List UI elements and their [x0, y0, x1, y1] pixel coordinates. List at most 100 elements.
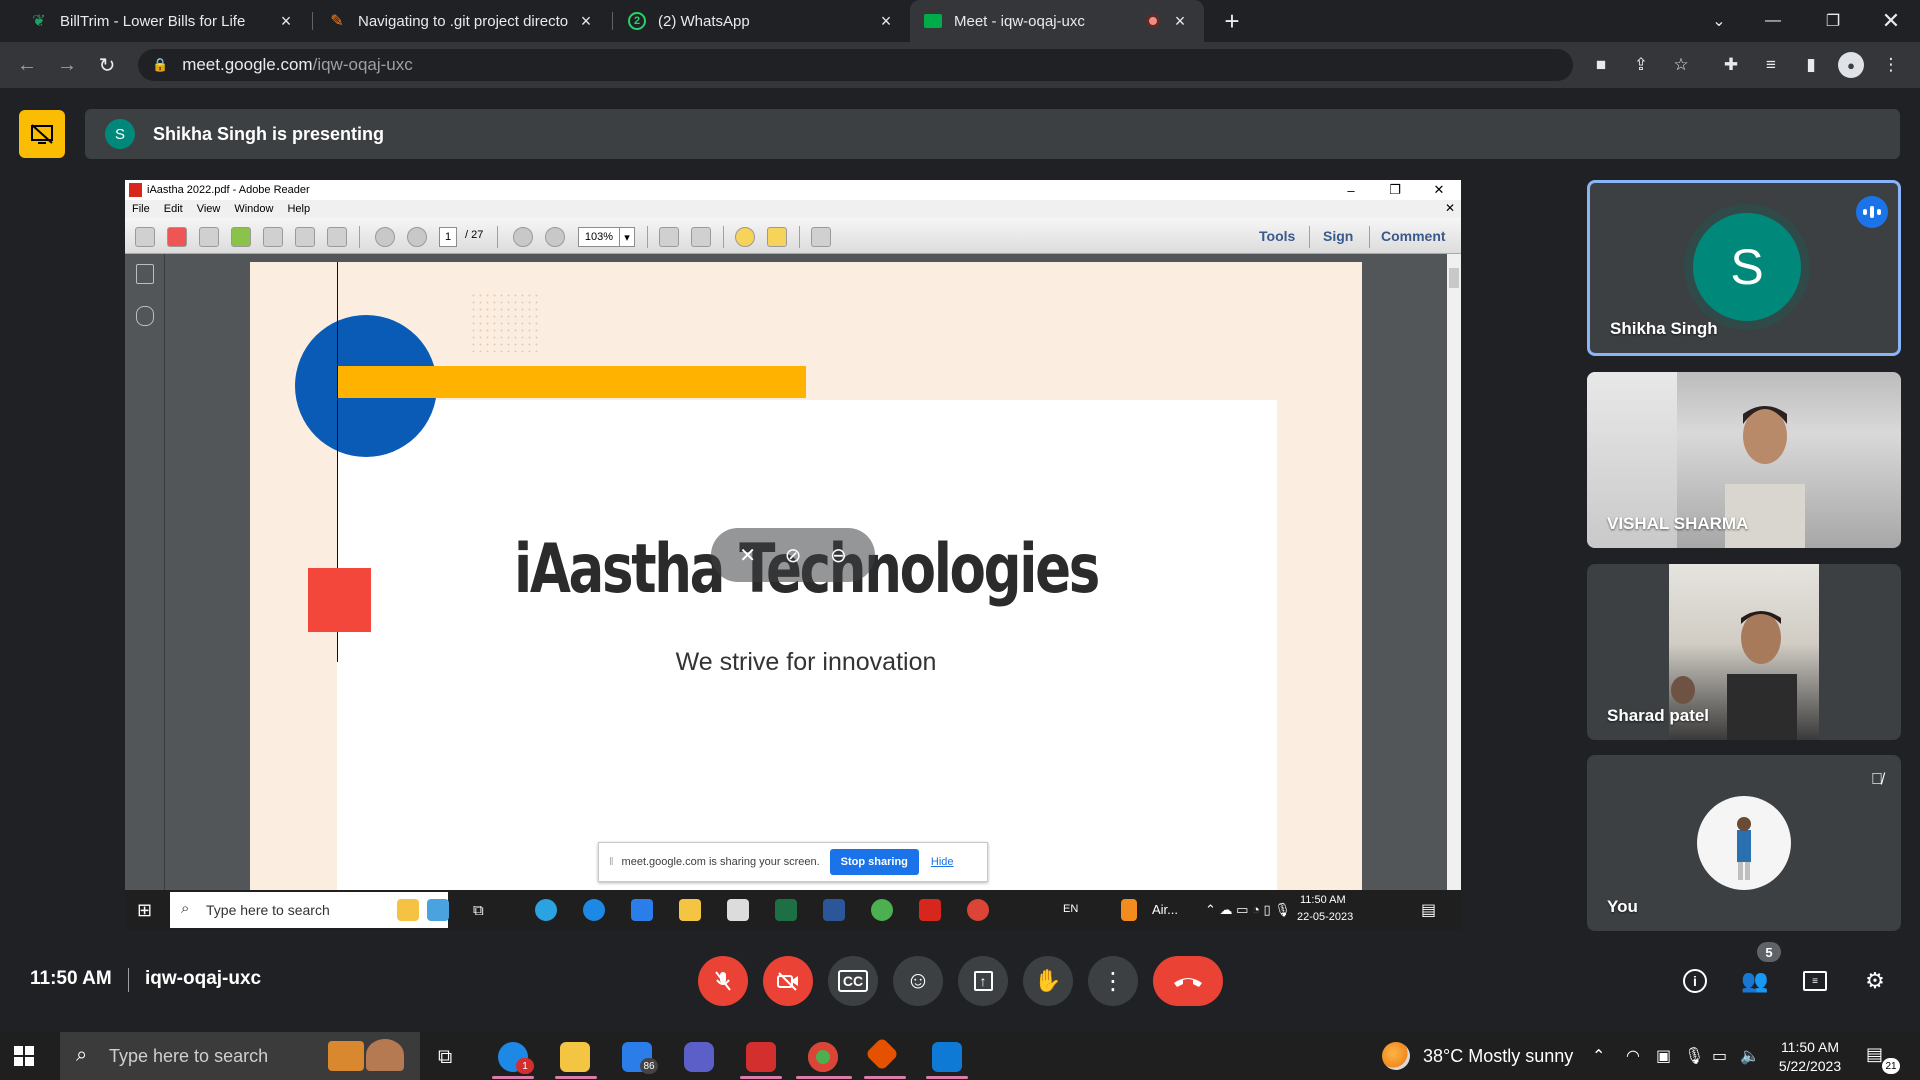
meeting-details-button[interactable]: i [1680, 966, 1710, 996]
people-count-badge: 5 [1757, 942, 1781, 962]
minimize-button[interactable]: — [1748, 0, 1798, 42]
previous-page-icon [375, 227, 395, 247]
attachments-paperclip-icon [136, 306, 154, 326]
share-notice-text: meet.google.com is sharing your screen. [621, 856, 820, 868]
restore-button[interactable]: ❐ [1808, 0, 1858, 42]
tab-whatsapp[interactable]: 2 (2) WhatsApp × [614, 0, 910, 42]
raise-hand-button[interactable]: ✋ [1023, 956, 1073, 1006]
tab-billtrim[interactable]: ❦ BillTrim - Lower Bills for Life × [16, 0, 310, 42]
tab-stackoverflow[interactable]: ✎ Navigating to .git project directo × [314, 0, 610, 42]
mute-tile-icon[interactable]: ⊘ [785, 543, 802, 568]
close-tab-icon[interactable]: × [276, 11, 296, 31]
new-tab-button[interactable]: + [1207, 0, 1257, 42]
chat-button[interactable]: ≡ [1800, 966, 1830, 996]
next-page-icon [407, 227, 427, 247]
microphone-icon[interactable]: 🎙 [1684, 1046, 1704, 1066]
back-arrow-icon[interactable]: ← [12, 50, 42, 80]
more-options-button[interactable]: ⋮ [1088, 956, 1138, 1006]
captions-button[interactable]: CC [828, 956, 878, 1006]
toolbar-divider [1309, 226, 1310, 248]
vscode-icon[interactable] [932, 1042, 962, 1072]
show-hidden-icons-chevron-icon[interactable]: ⌃ [1592, 1046, 1605, 1066]
mic-off-button[interactable] [698, 956, 748, 1006]
pin-off-icon[interactable]: ✕ [739, 543, 756, 568]
profile-avatar-icon[interactable]: ● [1838, 52, 1864, 78]
participant-tile-you[interactable]: 🎙̸ You [1587, 755, 1901, 931]
media-queue-icon[interactable]: ≡ [1758, 52, 1784, 78]
clock-date: 5/22/2023 [1778, 1058, 1842, 1074]
reader-scrollbar [1447, 254, 1461, 890]
share-icon[interactable]: ⇪ [1628, 52, 1654, 78]
tray-icons: ⌃ ☁ ▭ ◔ ▯ 🎙 [1205, 902, 1291, 917]
people-button[interactable]: 👥 [1740, 966, 1770, 996]
copilot-icon[interactable] [684, 1042, 714, 1072]
task-view-icon[interactable]: ⧉ [438, 1046, 452, 1069]
telegram-icon [535, 899, 557, 921]
present-now-button[interactable]: ↑ [958, 956, 1008, 1006]
activities-button[interactable]: ⚙ [1860, 966, 1890, 996]
close-tab-icon[interactable]: × [576, 11, 596, 31]
reader-navigation-pane [125, 254, 165, 890]
remove-tile-icon[interactable]: ⊖ [830, 543, 847, 568]
participant-tile-shikha[interactable]: S Shikha Singh [1587, 180, 1901, 356]
close-tab-icon[interactable]: × [876, 11, 896, 31]
active-app-underline [740, 1076, 782, 1079]
video-editor-icon[interactable] [746, 1042, 776, 1072]
close-tab-icon[interactable]: × [1170, 11, 1190, 31]
highlight-icon [767, 227, 787, 247]
search-highlight-icon [427, 899, 449, 921]
reader-minimize-icon: – [1347, 182, 1355, 198]
word-icon [823, 899, 845, 921]
activities-shapes-icon: ⚙ [1865, 968, 1885, 993]
file-explorer-icon[interactable] [560, 1042, 590, 1072]
close-window-button[interactable]: ✕ [1866, 0, 1916, 42]
battery-icon[interactable]: ▭ [1712, 1046, 1727, 1066]
taskbar-clock[interactable]: 11:50 AM 5/22/2023 [1768, 1038, 1852, 1076]
tab-title: (2) WhatsApp [658, 12, 750, 30]
edge-badge: 1 [516, 1058, 534, 1074]
side-panel-icon[interactable]: ▮ [1798, 52, 1824, 78]
google-meet-icon [924, 14, 942, 28]
whatsapp-icon: 2 [628, 12, 646, 30]
scroll-thumb [1449, 268, 1459, 288]
weather-text[interactable]: 38°C Mostly sunny [1423, 1046, 1573, 1067]
forward-arrow-icon[interactable]: → [52, 50, 82, 80]
network-icon[interactable]: ▣ [1656, 1046, 1671, 1066]
tab-meet[interactable]: Meet - iqw-oqaj-uxc × [910, 0, 1204, 42]
email-icon [327, 227, 347, 247]
windows-start-icon[interactable] [14, 1046, 34, 1066]
reload-icon[interactable]: ↻ [92, 50, 122, 80]
participant-tile-sharad[interactable]: Sharad patel [1587, 564, 1901, 740]
bookmark-star-icon[interactable]: ☆ [1668, 52, 1694, 78]
toolbar-divider [723, 226, 724, 248]
more-menu-icon[interactable]: ⋮ [1878, 52, 1904, 78]
volume-icon[interactable]: 🔈 [1740, 1046, 1760, 1066]
camera-icon[interactable]: ■ [1588, 52, 1614, 78]
slide-yellow-bar [338, 366, 806, 398]
emoji-reactions-button[interactable]: ☺ [893, 956, 943, 1006]
task-view-icon: ⧉ [473, 902, 484, 919]
notification-count-badge: 21 [1882, 1058, 1900, 1074]
tab-separator [612, 12, 613, 30]
extensions-puzzle-icon[interactable]: ✚ [1718, 52, 1744, 78]
presenting-banner: S Shikha Singh is presenting [85, 109, 1900, 159]
taskbar-search-box[interactable]: ⌕ Type here to search [60, 1032, 420, 1080]
presentation-icon[interactable] [19, 110, 65, 158]
chrome-icon[interactable] [808, 1042, 838, 1072]
shared-search-placeholder: Type here to search [206, 902, 330, 918]
tab-search-chevron-icon[interactable]: ⌄ [1694, 0, 1744, 42]
participant-tile-vishal[interactable]: VISHAL SHARMA [1587, 372, 1901, 548]
tab-title: Meet - iqw-oqaj-uxc [954, 12, 1085, 30]
leave-call-button[interactable] [1153, 956, 1223, 1006]
address-bar[interactable]: 🔒 meet.google.com/iqw-oqaj-uxc [138, 49, 1573, 81]
tab-separator [312, 12, 313, 30]
git-icon[interactable] [865, 1037, 899, 1071]
search-icon: ⌕ [181, 900, 190, 917]
zoom-out-icon [513, 227, 533, 247]
camera-off-button[interactable] [763, 956, 813, 1006]
wifi-icon[interactable]: ◠ [1626, 1046, 1640, 1066]
excel-icon [775, 899, 797, 921]
presenter-hover-controls[interactable]: ✕ ⊘ ⊖ [711, 528, 875, 582]
reader-sign-link: Sign [1323, 228, 1354, 244]
lock-icon: 🔒 [152, 57, 169, 72]
